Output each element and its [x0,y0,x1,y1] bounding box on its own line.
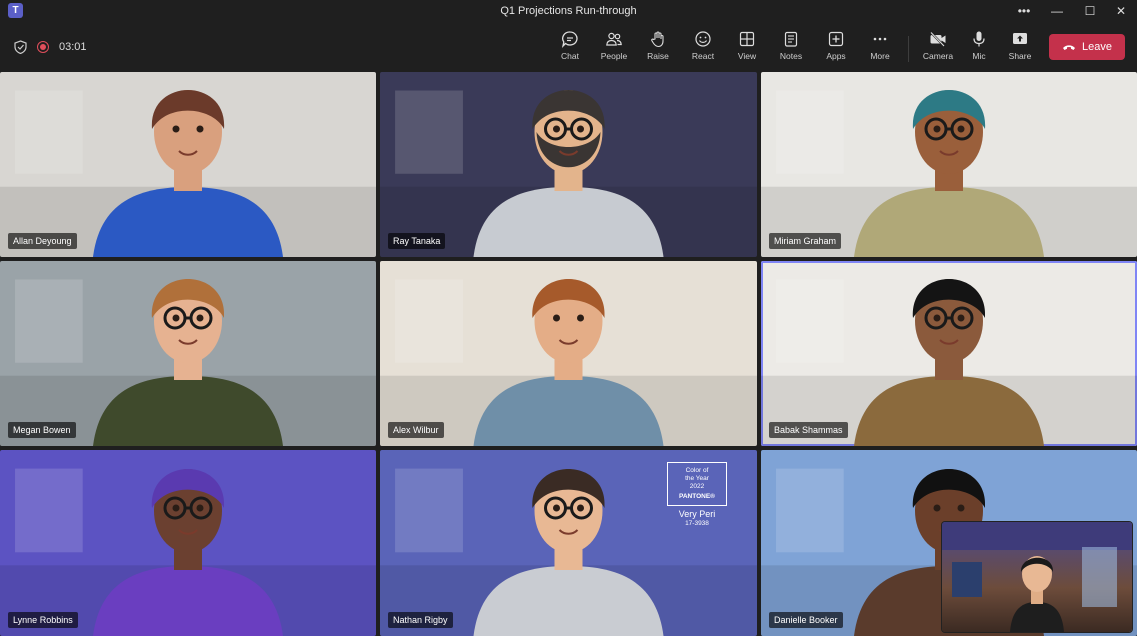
participant-tile[interactable]: Babak Shammas [761,261,1137,446]
participant-tile[interactable]: Color of the Year 2022 PANTONE® Very Peri 17-… [380,450,757,636]
participant-tile[interactable]: Allan Deyoung [0,72,376,257]
pantone-brand: PANTONE® [679,493,715,500]
mic-button[interactable]: Mic [957,30,1001,68]
react-label: React [691,51,715,61]
participant-avatar [380,90,757,257]
participant-avatar [0,90,376,257]
camera-label: Camera [922,51,954,61]
people-icon [606,32,622,46]
people-button[interactable]: People [592,30,636,68]
participant-avatar [761,279,1137,446]
more-label: More [870,51,890,61]
share-screen-icon [1013,33,1027,44]
grid-view-icon [739,31,755,47]
meeting-info: 03:01 [14,40,87,54]
pantone-code: 17-3938 [685,520,709,527]
shield-icon [14,40,27,54]
close-window-button[interactable]: ✕ [1106,0,1136,22]
people-label: People [600,51,628,61]
participant-tile[interactable]: Megan Bowen [0,261,376,446]
participant-avatar [761,90,1137,257]
notes-button[interactable]: Notes [769,30,813,68]
participant-avatar [0,468,376,636]
participant-name: Babak Shammas [769,422,848,438]
emoji-icon [695,31,711,47]
pantone-caption: Color of [685,467,709,474]
notes-label: Notes [779,51,803,61]
participant-name: Lynne Robbins [8,612,78,628]
react-button[interactable]: React [681,30,725,68]
title-bar: T Q1 Projections Run-through ••• — ☐ ✕ [0,0,1137,22]
maximize-button[interactable]: ☐ [1075,0,1105,22]
camera-button[interactable]: Camera [916,30,960,68]
apps-label: Apps [826,51,846,61]
chat-label: Chat [561,51,579,61]
hang-up-icon [1063,45,1075,50]
ellipsis-icon [873,37,887,41]
pantone-caption: the Year [685,475,709,482]
notes-icon [784,31,798,47]
pantone-card: Color of the Year 2022 PANTONE® Very Peri 17-… [667,462,727,528]
participant-tile[interactable]: Miriam Graham [761,72,1137,257]
view-label: View [737,51,757,61]
pantone-color-name: Very Peri [678,509,716,519]
participant-name: Megan Bowen [8,422,76,438]
camera-off-icon [930,31,946,47]
participant-name: Ray Tanaka [388,233,446,249]
participant-avatar [380,279,757,446]
toolbar-divider [908,36,909,62]
recording-icon [37,41,49,53]
pantone-caption: 2022 [689,483,705,490]
participant-name: Miriam Graham [769,233,842,249]
participant-tile[interactable]: Lynne Robbins [0,450,376,636]
participant-name: Alex Wilbur [388,422,444,438]
mic-label: Mic [972,51,986,61]
share-label: Share [1008,51,1032,61]
more-button[interactable]: More [858,30,902,68]
more-options-icon[interactable]: ••• [1009,0,1039,22]
participant-name: Nathan Rigby [388,612,453,628]
view-button[interactable]: View [725,30,769,68]
add-app-icon [828,31,844,47]
participant-tile[interactable]: Alex Wilbur [380,261,757,446]
leave-label: Leave [1082,41,1112,53]
window-title: Q1 Projections Run-through [500,5,637,17]
participant-avatar [0,279,376,446]
raise-label: Raise [647,51,669,61]
participant-name: Danielle Booker [769,612,843,628]
participant-name: Allan Deyoung [8,233,77,249]
participant-tile[interactable]: Ray Tanaka [380,72,757,257]
raise-hand-button[interactable]: Raise [636,30,680,68]
apps-button[interactable]: Apps [814,30,858,68]
leave-button[interactable]: Leave [1049,34,1125,60]
microphone-icon [973,31,985,47]
meeting-toolbar: 03:01 Chat People Raise React View Notes… [0,22,1137,72]
self-view[interactable] [942,522,1132,632]
raise-hand-icon [651,31,664,48]
chat-button[interactable]: Chat [548,30,592,68]
share-button[interactable]: Share [998,30,1042,68]
self-avatar [942,522,1132,632]
minimize-button[interactable]: — [1042,0,1072,22]
chat-icon [561,31,578,48]
meeting-timer: 03:01 [59,41,87,53]
